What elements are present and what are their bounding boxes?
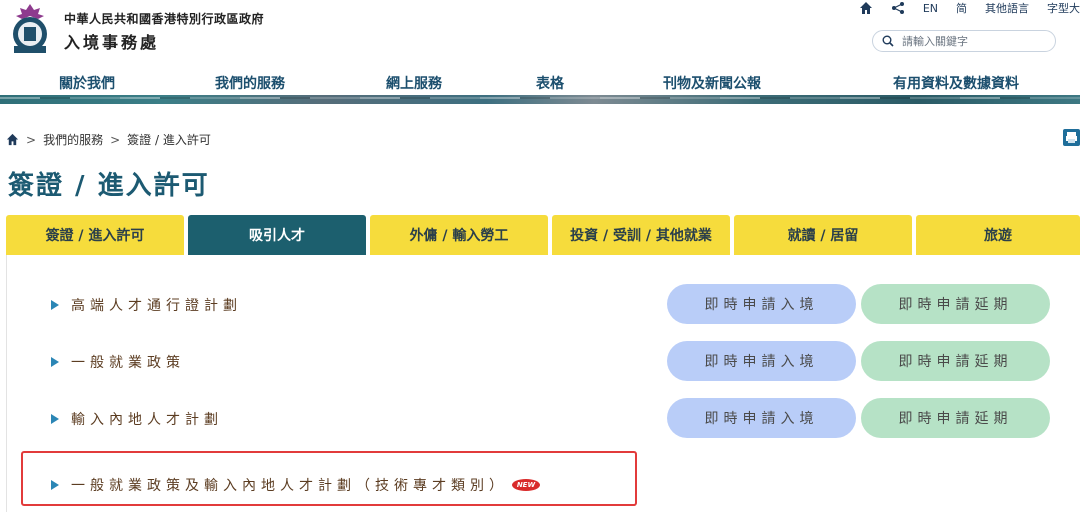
language-en-link[interactable]: EN [923,2,938,15]
nav-item-forms[interactable]: 表格 [536,73,564,93]
nav-item-about-us[interactable]: 關於我們 [59,73,115,93]
apply-extension-button[interactable]: 即時申請延期 [861,341,1050,381]
nav-item-online-services[interactable]: 網上服務 [386,73,442,93]
font-size-link[interactable]: 字型大 [1047,0,1080,16]
category-tabs: 簽證 / 進入許可 吸引人才 外傭 / 輸入勞工 投資 / 受訓 / 其他就業 … [6,215,1080,255]
site-header: 中華人民共和國香港特別行政區政府 入境事務處 EN 简 其他語言 字型大 [0,0,1080,68]
home-icon[interactable] [859,1,873,15]
language-simplified-link[interactable]: 简 [956,0,967,16]
breadcrumb-our-services[interactable]: 我們的服務 [43,131,103,148]
triangle-right-icon [51,357,59,367]
apply-entry-button[interactable]: 即時申請入境 [667,398,856,438]
scheme-label[interactable]: 高端人才通行證計劃 [71,295,242,315]
page-title: 簽證 / 進入許可 [8,171,210,201]
nav-item-useful-info[interactable]: 有用資料及數據資料 [893,73,1019,93]
triangle-right-icon [51,300,59,310]
main-nav: 關於我們 我們的服務 網上服務 表格 刊物及新聞公報 有用資料及數據資料 [0,68,1080,95]
breadcrumb: > 我們的服務 > 簽證 / 進入許可 [6,131,211,148]
tab-talent-admission[interactable]: 吸引人才 [188,215,366,255]
tab-travel[interactable]: 旅遊 [916,215,1080,255]
list-item: 高端人才通行證計劃 即時申請入境 即時申請延期 [7,284,1080,324]
scheme-label[interactable]: 一般就業政策 [71,352,185,372]
scheme-link[interactable]: 高端人才通行證計劃 [51,295,242,315]
triangle-right-icon [51,414,59,424]
share-icon[interactable] [891,1,905,15]
breadcrumb-separator: > [110,132,121,147]
other-languages-link[interactable]: 其他語言 [985,0,1029,16]
scheme-label[interactable]: 輸入內地人才計劃 [71,409,223,429]
list-item: 一般就業政策 即時申請入境 即時申請延期 [7,341,1080,381]
header-banner-strip [0,95,1080,104]
tab-domestic-helpers-labour[interactable]: 外傭 / 輸入勞工 [370,215,548,255]
nav-item-our-services[interactable]: 我們的服務 [215,73,285,93]
print-icon[interactable] [1063,129,1080,146]
tab-investment-training-employment[interactable]: 投資 / 受訓 / 其他就業 [552,215,730,255]
scheme-link[interactable]: 一般就業政策 [51,352,185,372]
department-name[interactable]: 入境事務處 [64,29,159,53]
list-item: 輸入內地人才計劃 即時申請入境 即時申請延期 [7,398,1080,438]
tab-study-residence[interactable]: 就讀 / 居留 [734,215,912,255]
breadcrumb-separator: > [26,132,37,147]
highlight-box [21,451,637,506]
immigration-logo-icon[interactable] [6,2,54,56]
scheme-link[interactable]: 輸入內地人才計劃 [51,409,223,429]
search-input[interactable] [902,34,1042,48]
apply-entry-button[interactable]: 即時申請入境 [667,284,856,324]
apply-extension-button[interactable]: 即時申請延期 [861,284,1050,324]
apply-entry-button[interactable]: 即時申請入境 [667,341,856,381]
nav-item-publications[interactable]: 刊物及新聞公報 [663,73,761,93]
breadcrumb-current[interactable]: 簽證 / 進入許可 [127,131,211,148]
apply-extension-button[interactable]: 即時申請延期 [861,398,1050,438]
tab-visa-entry-permit[interactable]: 簽證 / 進入許可 [6,215,184,255]
utility-bar: EN 简 其他語言 字型大 [841,1,1080,15]
government-name: 中華人民共和國香港特別行政區政府 [64,12,265,26]
search-box[interactable] [872,30,1056,52]
search-icon[interactable] [882,35,894,47]
breadcrumb-home-icon[interactable] [6,133,19,146]
